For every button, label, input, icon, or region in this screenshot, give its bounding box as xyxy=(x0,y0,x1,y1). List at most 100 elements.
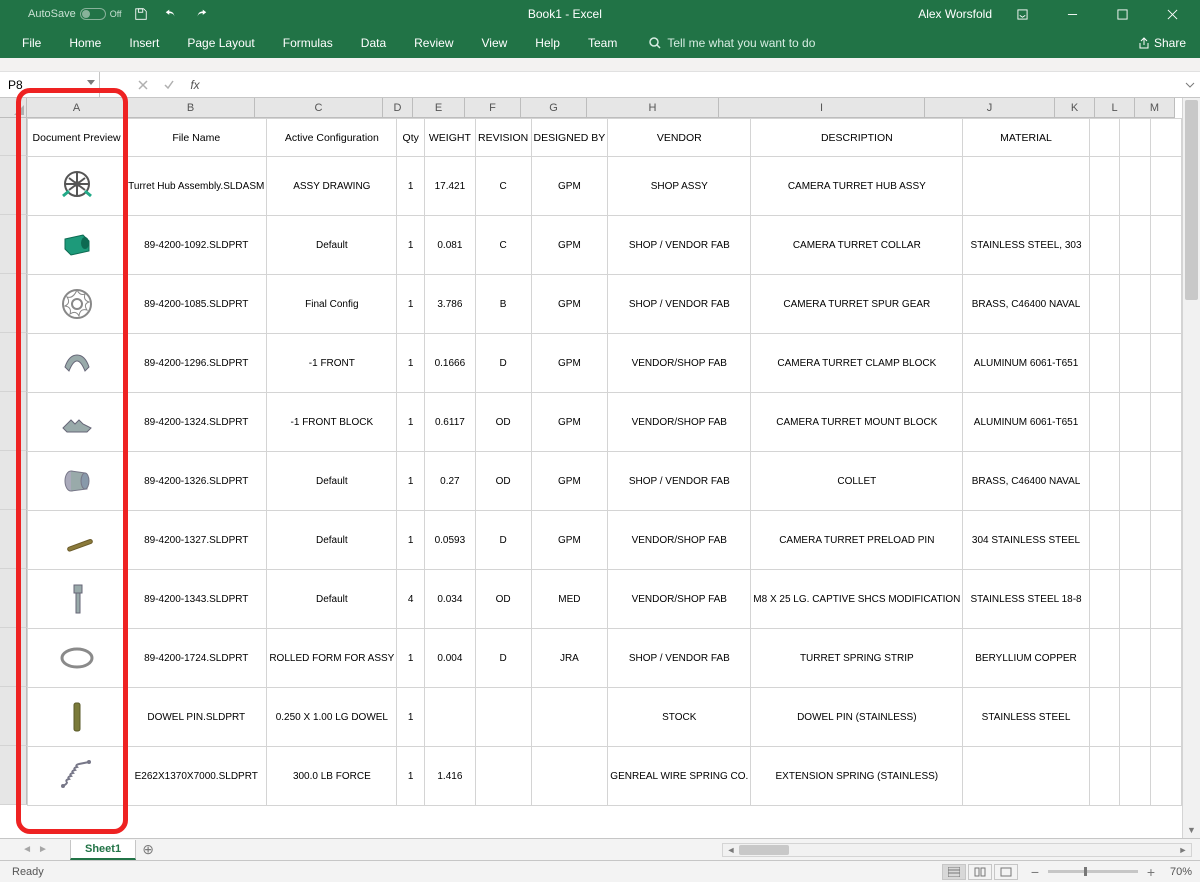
cell[interactable]: 0.250 X 1.00 LG DOWEL xyxy=(267,688,397,747)
cell[interactable]: 1 xyxy=(397,275,425,334)
cell[interactable]: M8 X 25 LG. CAPTIVE SHCS MODIFICATION xyxy=(751,570,963,629)
document-preview-thumb[interactable] xyxy=(28,452,126,511)
cell[interactable]: CAMERA TURRET PRELOAD PIN xyxy=(751,511,963,570)
row-header[interactable] xyxy=(0,628,27,687)
cell[interactable]: REVISION xyxy=(475,119,531,157)
cell[interactable]: GPM xyxy=(531,511,608,570)
row-header[interactable] xyxy=(0,274,27,333)
document-preview-thumb[interactable] xyxy=(28,393,126,452)
cell[interactable]: CAMERA TURRET HUB ASSY xyxy=(751,157,963,216)
cell[interactable]: -1 FRONT xyxy=(267,334,397,393)
cell[interactable]: ALUMINUM 6061-T651 xyxy=(963,393,1089,452)
enter-formula-button[interactable] xyxy=(156,72,182,97)
document-preview-thumb[interactable] xyxy=(28,334,126,393)
column-header[interactable]: K xyxy=(1055,98,1095,118)
row-header[interactable] xyxy=(0,215,27,274)
column-header[interactable]: I xyxy=(719,98,925,118)
cell[interactable]: 1 xyxy=(397,511,425,570)
maximize-button[interactable] xyxy=(1102,1,1142,27)
view-page-layout-button[interactable] xyxy=(968,864,992,880)
tab-page-layout[interactable]: Page Layout xyxy=(173,29,268,57)
tab-help[interactable]: Help xyxy=(521,29,574,57)
cell[interactable] xyxy=(475,688,531,747)
cell[interactable]: Turret Hub Assembly.SLDASM xyxy=(126,157,267,216)
name-box[interactable]: P8 xyxy=(0,72,100,97)
view-normal-button[interactable] xyxy=(942,864,966,880)
cell[interactable] xyxy=(1089,688,1120,747)
cell[interactable] xyxy=(1151,688,1182,747)
cell[interactable]: BRASS, C46400 NAVAL xyxy=(963,275,1089,334)
cell[interactable] xyxy=(1089,334,1120,393)
cell[interactable] xyxy=(1089,570,1120,629)
cell[interactable] xyxy=(1089,629,1120,688)
cell[interactable]: Default xyxy=(267,216,397,275)
cell[interactable] xyxy=(1120,393,1151,452)
cell[interactable]: 1 xyxy=(397,216,425,275)
redo-button[interactable] xyxy=(190,3,212,25)
tell-me-search[interactable]: Tell me what you want to do xyxy=(631,36,815,50)
document-preview-thumb[interactable] xyxy=(28,216,126,275)
cell[interactable]: OD xyxy=(475,452,531,511)
cell[interactable]: Default xyxy=(267,452,397,511)
sheet-tab-sheet1[interactable]: Sheet1 xyxy=(70,840,136,860)
cell[interactable]: JRA xyxy=(531,629,608,688)
cell[interactable] xyxy=(1089,157,1120,216)
cell[interactable] xyxy=(1089,216,1120,275)
cell[interactable]: GPM xyxy=(531,393,608,452)
cell[interactable]: SHOP ASSY xyxy=(608,157,751,216)
cell[interactable] xyxy=(1120,275,1151,334)
cell[interactable]: DOWEL PIN (STAINLESS) xyxy=(751,688,963,747)
cell[interactable]: GENREAL WIRE SPRING CO. xyxy=(608,747,751,806)
cell[interactable] xyxy=(1120,452,1151,511)
row-header[interactable] xyxy=(0,156,27,215)
cell[interactable]: 89-4200-1343.SLDPRT xyxy=(126,570,267,629)
cell[interactable]: 1 xyxy=(397,747,425,806)
cell[interactable]: OD xyxy=(475,570,531,629)
cell[interactable] xyxy=(1151,216,1182,275)
column-header[interactable]: C xyxy=(255,98,383,118)
cell[interactable] xyxy=(1151,119,1182,157)
zoom-in-button[interactable]: + xyxy=(1144,867,1158,877)
column-header[interactable]: B xyxy=(127,98,255,118)
cell[interactable] xyxy=(1120,688,1151,747)
row-header[interactable] xyxy=(0,451,27,510)
cell[interactable]: 1 xyxy=(397,334,425,393)
cell[interactable] xyxy=(1120,216,1151,275)
cell[interactable]: 3.786 xyxy=(425,275,476,334)
cell[interactable]: File Name xyxy=(126,119,267,157)
cell[interactable]: VENDOR xyxy=(608,119,751,157)
cell[interactable]: TURRET SPRING STRIP xyxy=(751,629,963,688)
vertical-scrollbar[interactable]: ▲ ▼ xyxy=(1182,98,1200,838)
zoom-out-button[interactable]: − xyxy=(1028,867,1042,877)
cell[interactable]: 1.416 xyxy=(425,747,476,806)
column-header[interactable]: L xyxy=(1095,98,1135,118)
cell[interactable]: GPM xyxy=(531,275,608,334)
cell[interactable]: MATERIAL xyxy=(963,119,1089,157)
cell[interactable]: VENDOR/SHOP FAB xyxy=(608,570,751,629)
cell[interactable] xyxy=(1120,157,1151,216)
cell[interactable]: Document Preview xyxy=(28,119,126,157)
cell[interactable] xyxy=(1120,570,1151,629)
cell[interactable]: DOWEL PIN.SLDPRT xyxy=(126,688,267,747)
cell[interactable]: DESCRIPTION xyxy=(751,119,963,157)
autosave-toggle[interactable]: AutoSave Off xyxy=(28,8,122,20)
close-button[interactable] xyxy=(1152,1,1192,27)
zoom-level[interactable]: 70% xyxy=(1170,866,1192,878)
cell[interactable]: OD xyxy=(475,393,531,452)
cell[interactable]: Default xyxy=(267,570,397,629)
undo-button[interactable] xyxy=(160,3,182,25)
cell[interactable] xyxy=(475,747,531,806)
column-header[interactable]: E xyxy=(413,98,465,118)
sheet-nav-buttons[interactable]: ◄► xyxy=(0,844,70,855)
cell[interactable]: C xyxy=(475,157,531,216)
cell[interactable]: STOCK xyxy=(608,688,751,747)
cell[interactable]: 4 xyxy=(397,570,425,629)
cell[interactable]: MED xyxy=(531,570,608,629)
cell[interactable]: SHOP / VENDOR FAB xyxy=(608,629,751,688)
cell[interactable]: B xyxy=(475,275,531,334)
cell[interactable] xyxy=(531,688,608,747)
cell[interactable]: 0.081 xyxy=(425,216,476,275)
cell[interactable] xyxy=(531,747,608,806)
cell[interactable] xyxy=(1151,157,1182,216)
cell[interactable]: 89-4200-1324.SLDPRT xyxy=(126,393,267,452)
